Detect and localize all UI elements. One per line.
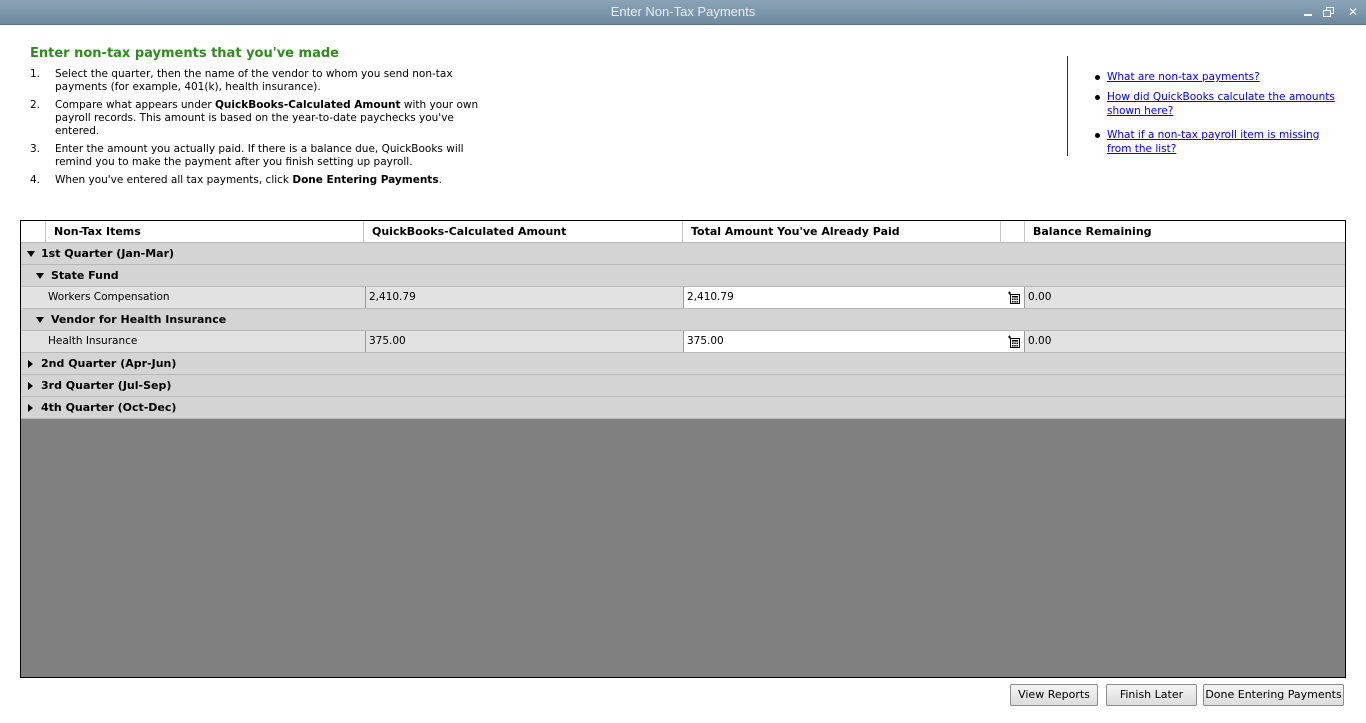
amount-paid-value: 2,410.79 [687, 291, 734, 303]
instruction-step-3: 3. Enter the amount you actually paid. I… [30, 143, 490, 169]
step-text-post: . [438, 174, 442, 186]
balance-remaining: 0.00 [1028, 335, 1052, 347]
calculated-amount: 2,410.79 [365, 287, 683, 308]
close-icon[interactable]: ✕ [1346, 5, 1360, 19]
column-header-balance-remaining[interactable]: Balance Remaining [1024, 221, 1345, 242]
balance-remaining: 0.00 [1028, 291, 1052, 303]
help-link-how-calculated[interactable]: How did QuickBooks calculate the amounts… [1107, 91, 1335, 117]
step-number: 2. [30, 99, 41, 111]
view-reports-button[interactable]: View Reports [1010, 684, 1098, 706]
step-text-bold: Done Entering Payments [292, 174, 439, 186]
window-title: Enter Non-Tax Payments [610, 4, 756, 19]
step-text-pre: When you've entered all tax payments, cl… [55, 174, 293, 186]
collapse-icon[interactable] [27, 251, 35, 257]
collapse-icon[interactable] [36, 273, 44, 279]
instruction-step-1: 1. Select the quarter, then the name of … [30, 68, 490, 94]
help-link-item-missing[interactable]: What if a non-tax payroll item is missin… [1107, 129, 1319, 155]
step-text-bold: QuickBooks-Calculated Amount [214, 99, 401, 111]
item-name: Health Insurance [48, 335, 138, 347]
quarter-row-q3[interactable]: 3rd Quarter (Jul-Sep) [21, 375, 1345, 397]
window-titlebar: Enter Non-Tax Payments ✕ [0, 0, 1366, 25]
amount-paid-input[interactable]: 2,410.79 [683, 287, 1025, 308]
bullet-icon [1095, 75, 1100, 80]
bullet-icon [1095, 95, 1100, 100]
step-number: 1. [30, 68, 41, 80]
column-header-already-paid[interactable]: Total Amount You've Already Paid [682, 221, 1000, 242]
grid-header: Non-Tax Items QuickBooks-Calculated Amou… [21, 221, 1345, 243]
amount-paid-input[interactable]: 375.00 [683, 331, 1025, 352]
vendor-row-health-insurance[interactable]: Vendor for Health Insurance [21, 309, 1345, 331]
step-text: Enter the amount you actually paid. If t… [55, 143, 464, 168]
quarter-row-q2[interactable]: 2nd Quarter (Apr-Jun) [21, 353, 1345, 375]
calculator-icon[interactable] [1008, 335, 1020, 348]
minimize-icon[interactable] [1301, 5, 1315, 19]
calculator-icon[interactable] [1008, 291, 1020, 304]
step-number: 3. [30, 143, 41, 155]
expand-icon[interactable] [28, 360, 33, 368]
step-text-pre: Compare what appears under [55, 99, 215, 111]
help-link-item: How did QuickBooks calculate the amounts… [1095, 90, 1345, 118]
item-name: Workers Compensation [48, 291, 170, 303]
calculated-amount: 375.00 [365, 331, 683, 352]
quarter-label: 1st Quarter (Jan-Mar) [41, 247, 175, 260]
amount-paid-value: 375.00 [687, 335, 724, 347]
finish-later-button[interactable]: Finish Later [1106, 684, 1197, 706]
help-link-item: What are non-tax payments? [1095, 70, 1345, 84]
step-number: 4. [30, 174, 41, 186]
vendor-label: State Fund [51, 269, 119, 282]
expand-icon[interactable] [28, 382, 33, 390]
quarter-label: 3rd Quarter (Jul-Sep) [41, 379, 172, 392]
done-entering-payments-button[interactable]: Done Entering Payments [1203, 684, 1344, 706]
quarter-row-q4[interactable]: 4th Quarter (Oct-Dec) [21, 397, 1345, 419]
expand-icon[interactable] [28, 404, 33, 412]
column-header-non-tax-items[interactable]: Non-Tax Items [45, 221, 365, 242]
table-row: Health Insurance 375.00 375.00 0.00 [21, 331, 1345, 353]
instruction-step-2: 2. Compare what appears under QuickBooks… [30, 99, 490, 138]
collapse-icon[interactable] [36, 317, 44, 323]
help-links: What are non-tax payments? How did Quick… [1095, 70, 1345, 162]
table-row: Workers Compensation 2,410.79 2,410.79 0… [21, 287, 1345, 309]
vertical-divider [1067, 56, 1068, 156]
vendor-label: Vendor for Health Insurance [51, 313, 227, 326]
vendor-row-state-fund[interactable]: State Fund [21, 265, 1345, 287]
column-header-spacer [1000, 221, 1024, 242]
bullet-icon [1095, 133, 1100, 138]
restore-icon[interactable] [1322, 5, 1336, 19]
instruction-steps: 1. Select the quarter, then the name of … [30, 68, 490, 192]
instruction-step-4: 4. When you've entered all tax payments,… [30, 174, 490, 187]
quarter-label: 2nd Quarter (Apr-Jun) [41, 357, 177, 370]
help-link-item: What if a non-tax payroll item is missin… [1095, 128, 1345, 156]
instructions-heading: Enter non-tax payments that you've made [30, 46, 339, 61]
quarter-row-q1[interactable]: 1st Quarter (Jan-Mar) [21, 243, 1345, 265]
help-link-what-are-non-tax[interactable]: What are non-tax payments? [1107, 71, 1260, 83]
non-tax-payments-grid: Non-Tax Items QuickBooks-Calculated Amou… [20, 220, 1346, 678]
step-text: Select the quarter, then the name of the… [55, 68, 453, 93]
quarter-label: 4th Quarter (Oct-Dec) [41, 401, 177, 414]
column-header-calculated-amount[interactable]: QuickBooks-Calculated Amount [363, 221, 683, 242]
